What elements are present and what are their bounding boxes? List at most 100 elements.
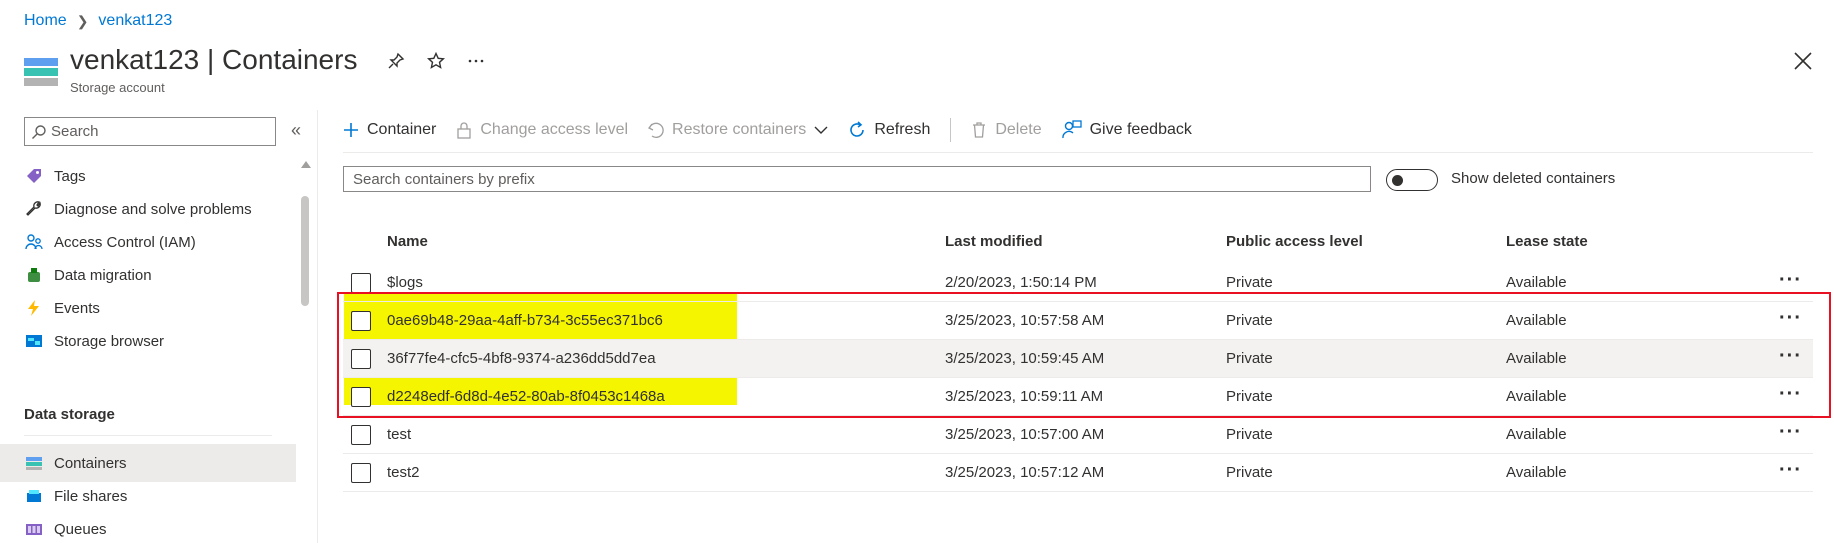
give-feedback-label: Give feedback [1089,121,1192,138]
last-modified: 2/20/2023, 1:50:14 PM [945,274,1097,291]
file-shares-icon [24,486,44,506]
menu-item-label: Access Control (IAM) [54,233,196,251]
trash-icon [973,122,986,138]
column-header-name[interactable]: Name [387,233,428,250]
column-header-last-modified[interactable]: Last modified [945,233,1043,250]
column-header-public-access[interactable]: Public access level [1226,233,1363,250]
delete-button[interactable]: Delete [971,121,1042,139]
menu-search-input[interactable]: Search [24,117,276,146]
last-modified: 3/25/2023, 10:59:11 AM [945,388,1104,405]
public-access-level: Private [1226,274,1273,291]
menu-item-storage-browser[interactable]: Storage browser [0,322,296,360]
command-bar-divider [343,152,1813,153]
plus-icon [344,123,358,137]
scroll-up-arrow[interactable] [301,161,311,168]
lease-state: Available [1506,312,1567,329]
menu-item-label: Tags [54,167,86,185]
row-more-icon[interactable]: ··· [1779,421,1802,444]
public-access-level: Private [1226,312,1273,329]
pin-icon[interactable] [387,52,405,70]
give-feedback-button[interactable]: Give feedback [1061,120,1192,140]
toolbar-separator [950,118,952,142]
feedback-icon [1061,120,1082,139]
last-modified: 3/25/2023, 10:57:00 AM [945,426,1105,443]
people-icon [24,232,44,252]
tag-icon [24,166,44,186]
storage-account-icon [24,58,58,86]
row-checkbox[interactable] [351,349,371,369]
menu-scrollbar[interactable] [301,196,309,306]
lease-state: Available [1506,426,1567,443]
table-row[interactable]: 0ae69b48-29aa-4aff-b734-3c55ec371bc6 3/2… [343,302,1813,340]
wrench-icon [24,199,44,219]
row-more-icon[interactable]: ··· [1779,383,1802,406]
last-modified: 3/25/2023, 10:57:58 AM [945,312,1105,329]
toggle-knob [1392,175,1403,186]
lease-state: Available [1506,464,1567,481]
public-access-level: Private [1226,388,1273,405]
add-container-button[interactable]: Container [343,121,436,139]
container-name[interactable]: d2248edf-6d8d-4e52-80ab-8f0453c1468a [387,388,665,405]
menu-item-queues[interactable]: Queues [0,510,296,543]
breadcrumb-current-link[interactable]: venkat123 [98,12,172,30]
table-row[interactable]: d2248edf-6d8d-4e52-80ab-8f0453c1468a 3/2… [343,378,1813,416]
show-deleted-toggle[interactable] [1386,169,1438,191]
row-checkbox[interactable] [351,311,371,331]
column-header-lease-state[interactable]: Lease state [1506,233,1588,250]
resource-menu: Search « Tags Diagnose and solve problem… [0,110,318,543]
menu-item-label: Containers [54,454,127,472]
lease-state: Available [1506,350,1567,367]
table-row[interactable]: 36f77fe4-cfc5-4bf8-9374-a236dd5dd7ea 3/2… [343,340,1813,378]
page-title: venkat123 | Containers [70,44,358,75]
close-icon[interactable] [1792,50,1814,72]
delete-label: Delete [995,121,1042,138]
menu-section-data-storage: Data storage [24,406,115,423]
public-access-level: Private [1226,350,1273,367]
refresh-icon [850,121,865,137]
row-more-icon[interactable]: ··· [1779,459,1802,482]
public-access-level: Private [1226,426,1273,443]
add-container-label: Container [367,121,437,138]
menu-search-placeholder: Search [51,123,99,140]
table-row[interactable]: test2 3/25/2023, 10:57:12 AM Private Ava… [343,454,1813,492]
command-bar: Container Change access level Restore co… [343,110,1212,150]
menu-item-label: Events [54,299,100,317]
last-modified: 3/25/2023, 10:59:45 AM [945,350,1105,367]
row-more-icon[interactable]: ··· [1779,269,1802,292]
restore-containers-button[interactable]: Restore containers [648,121,828,139]
container-name[interactable]: 0ae69b48-29aa-4aff-b734-3c55ec371bc6 [387,312,663,329]
container-name[interactable]: 36f77fe4-cfc5-4bf8-9374-a236dd5dd7ea [387,350,656,367]
chevron-right-icon: ❯ [76,12,89,29]
lightning-icon [24,298,44,318]
more-options-icon[interactable] [467,52,485,70]
menu-item-label: Diagnose and solve problems [54,200,252,218]
page-header: venkat123 | Containers Storage account [24,42,1814,102]
container-name[interactable]: $logs [387,274,423,291]
undo-icon [648,122,664,138]
row-more-icon[interactable]: ··· [1779,345,1802,368]
row-checkbox[interactable] [351,463,371,483]
menu-item-label: Queues [54,520,107,538]
row-checkbox[interactable] [351,273,371,293]
change-access-level-button[interactable]: Change access level [456,121,628,139]
container-name[interactable]: test2 [387,464,420,481]
breadcrumb-home-link[interactable]: Home [24,12,67,30]
storage-browser-icon [24,331,44,351]
search-icon [32,124,46,139]
star-icon[interactable] [427,52,445,70]
last-modified: 3/25/2023, 10:57:12 AM [945,464,1105,481]
containers-icon [24,453,44,473]
table-row[interactable]: test 3/25/2023, 10:57:00 AM Private Avai… [343,416,1813,454]
menu-item-label: File shares [54,487,128,505]
container-prefix-search-input[interactable]: Search containers by prefix [343,166,1371,192]
refresh-button[interactable]: Refresh [848,121,930,139]
row-checkbox[interactable] [351,425,371,445]
container-name[interactable]: test [387,426,411,443]
row-checkbox[interactable] [351,387,371,407]
menu-item-label: Storage browser [54,332,165,350]
public-access-level: Private [1226,464,1273,481]
row-more-icon[interactable]: ··· [1779,307,1802,330]
collapse-menu-icon[interactable]: « [291,120,301,141]
table-row[interactable]: $logs 2/20/2023, 1:50:14 PM Private Avai… [343,264,1813,302]
lease-state: Available [1506,388,1567,405]
